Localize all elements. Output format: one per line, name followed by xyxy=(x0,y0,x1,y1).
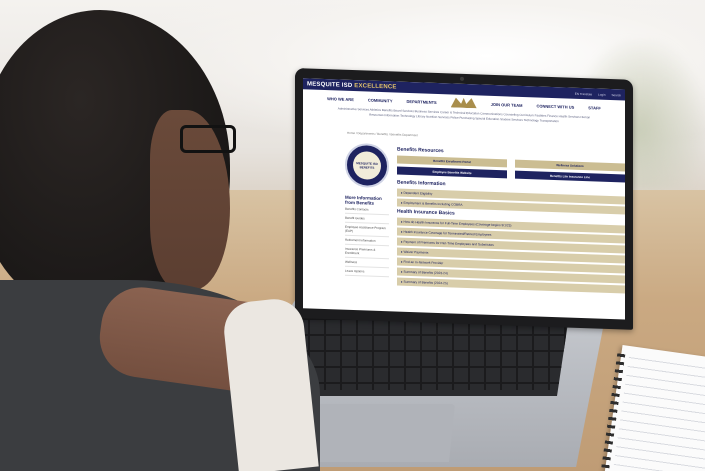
topbar-links: EN Translate Login Search xyxy=(575,91,621,97)
nav-staff[interactable]: STAFF xyxy=(588,105,601,110)
page-content: MESQUITE ISD BENEFITS More Information f… xyxy=(345,142,625,296)
life-insurance-button[interactable]: Benefits Life Insurance Line xyxy=(515,170,625,183)
photo-scene: MESQUITE ISD EXCELLENCE EN Translate Log… xyxy=(0,0,705,471)
nav-departments[interactable]: DEPARTMENTS xyxy=(407,98,437,104)
nav-connect-with-us[interactable]: CONNECT WITH US xyxy=(536,103,574,109)
sidebar-title: More Information from Benefits xyxy=(345,194,382,206)
login-link[interactable]: Login xyxy=(598,92,605,96)
seal-inner: MESQUITE ISD BENEFITS xyxy=(353,151,381,181)
main-column: Benefits Resources Benefits Enrollment P… xyxy=(397,145,625,296)
wellness-button[interactable]: Wellness Solutions xyxy=(515,159,625,172)
laptop-trackpad xyxy=(305,404,455,462)
brand-main: MESQUITE ISD xyxy=(307,80,353,89)
laptop-lid: MESQUITE ISD EXCELLENCE EN Translate Log… xyxy=(295,68,633,330)
benefits-website-button[interactable]: Employee Benefits Website xyxy=(397,166,507,179)
laptop-screen: MESQUITE ISD EXCELLENCE EN Translate Log… xyxy=(303,78,625,320)
sidebar-link[interactable]: Leave Options xyxy=(345,266,389,278)
resource-buttons: Benefits Enrollment Portal Wellness Solu… xyxy=(397,155,625,183)
nav-join-our-team[interactable]: JOIN OUR TEAM xyxy=(491,101,523,107)
translate-link[interactable]: EN Translate xyxy=(575,91,592,96)
district-crown-logo[interactable] xyxy=(451,97,477,108)
breadcrumb[interactable]: Home / Departments / Benefits / Benefits… xyxy=(347,131,625,145)
webcam xyxy=(460,76,464,81)
search-link[interactable]: Search xyxy=(611,93,621,97)
seal-text: MESQUITE ISD BENEFITS xyxy=(356,161,378,170)
sidebar: MESQUITE ISD BENEFITS More Information f… xyxy=(345,142,389,288)
nav-community[interactable]: COMMUNITY xyxy=(368,97,393,103)
enrollment-portal-button[interactable]: Benefits Enrollment Portal xyxy=(397,155,507,168)
notebook-lines xyxy=(613,355,705,471)
brand-accent: EXCELLENCE xyxy=(354,82,397,91)
benefits-seal: MESQUITE ISD BENEFITS xyxy=(345,142,389,189)
eyeglasses xyxy=(180,125,236,153)
spiral-notebook xyxy=(601,344,705,471)
site-logo[interactable]: MESQUITE ISD EXCELLENCE xyxy=(307,81,397,90)
nav-who-we-are[interactable]: WHO WE ARE xyxy=(327,96,354,102)
